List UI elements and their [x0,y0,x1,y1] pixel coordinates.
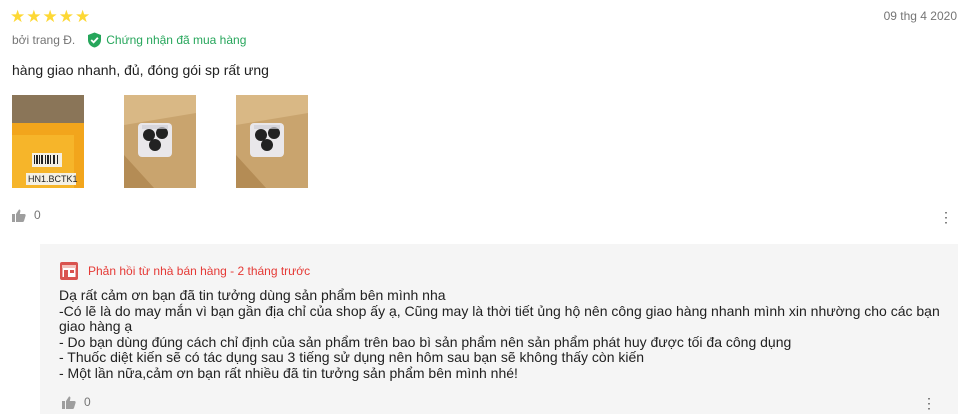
review-photo[interactable]: HN1.BCTK1 [12,95,84,188]
star-icon: ★ [75,7,91,26]
more-vertical-icon[interactable]: ⋮ [939,210,953,224]
review-date: 09 thg 4 2020 [883,9,957,23]
like-count: 0 [34,208,41,222]
photo-label-text: HN1.BCTK1 [28,174,78,184]
review-comment: hàng giao nhanh, đủ, đóng gói sp rất ưng [12,62,269,78]
reply-line: - Một lần nữa,cảm ơn bạn rất nhiều đã ti… [59,364,518,381]
reply-header-text: Phản hồi từ nhà bán hàng - 2 tháng trước [88,264,311,278]
star-icon: ★ [10,7,26,26]
thumbs-up-icon[interactable] [12,209,26,222]
review-photo[interactable] [124,95,196,188]
review-author-row: bởi trang Đ. Chứng nhận đã mua hàng [12,32,246,48]
reply-line: Dạ rất cảm ơn bạn đã tin tưởng dùng sản … [59,287,446,303]
verified-purchase-badge: Chứng nhận đã mua hàng [87,32,246,48]
reply-line: - Thuốc diệt kiến sẽ có tác dụng sau 3 t… [59,349,645,366]
review-photo[interactable] [236,95,308,188]
seller-reply: Phản hồi từ nhà bán hàng - 2 tháng trước… [40,244,958,414]
reply-like-row: 0 [62,395,91,409]
verified-check-icon [88,32,102,48]
reply-line: -Có lẽ là do may mắn vì bạn gần địa chỉ … [59,302,940,335]
review-photos: HN1.BCTK1 [12,95,308,188]
star-icon: ★ [26,7,42,26]
reply-header: Phản hồi từ nhà bán hàng - 2 tháng trước [60,262,310,280]
more-vertical-icon[interactable]: ⋮ [922,396,936,410]
star-icon: ★ [42,7,58,26]
reply-like-count: 0 [84,395,91,409]
rating-stars: ★ ★ ★ ★ ★ [10,8,90,25]
verified-label: Chứng nhận đã mua hàng [106,33,247,47]
review-like-row: 0 [12,208,41,222]
review-author: bởi trang Đ. [12,33,76,47]
thumbs-up-icon[interactable] [62,396,76,409]
reply-line: - Do bạn dùng đúng cách chỉ định của sản… [59,333,792,350]
reply-body: Dạ rất cảm ơn bạn đã tin tưởng dùng sản … [59,287,949,382]
star-icon: ★ [58,7,74,26]
store-icon [60,262,78,280]
